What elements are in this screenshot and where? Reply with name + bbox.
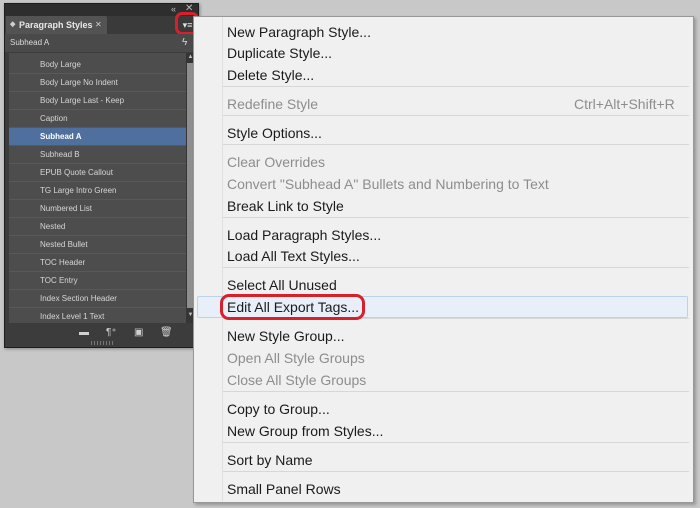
menu-item[interactable]: Select All Unused — [227, 274, 337, 296]
panel-flyout-menu: New Paragraph Style... Duplicate Style...… — [193, 16, 694, 503]
menu-item[interactable]: Sort by Name — [227, 449, 313, 471]
menu-item[interactable]: Clear Overrides — [227, 151, 325, 173]
clear-overrides-icon[interactable]: ¶⁺ — [106, 327, 117, 338]
edit-export-tags-highlight-ring — [220, 294, 365, 320]
style-list-item[interactable]: TG Large Intro Green — [9, 182, 186, 200]
menu-separator — [223, 115, 689, 116]
style-list-item[interactable]: Index Section Header — [9, 290, 186, 308]
menu-shortcut: Ctrl+Alt+Shift+R — [574, 96, 675, 112]
tab-label: Paragraph Styles — [19, 20, 93, 30]
menu-item[interactable]: Small Panel Rows — [227, 478, 341, 500]
panel-footer: ▬ ¶⁺ ▣ 🗑︎ — [5, 323, 198, 347]
style-list[interactable]: Body Large Body Large No Indent Body Large… — [9, 53, 186, 323]
style-list-item[interactable]: Numbered List — [9, 200, 186, 218]
style-list-item[interactable]: TOC Entry — [9, 272, 186, 290]
menu-item[interactable]: Copy to Group... — [227, 398, 330, 420]
style-list-item[interactable]: Subhead A — [9, 128, 186, 146]
style-list-item[interactable]: Body Large Last - Keep — [9, 92, 186, 110]
menu-item[interactable]: New Paragraph Style... — [227, 21, 371, 43]
style-list-item[interactable]: Caption — [9, 110, 186, 128]
menu-item[interactable]: Duplicate Style... — [227, 42, 332, 64]
current-style-row: Subhead A ϟ — [5, 34, 198, 52]
style-list-item[interactable]: Body Large — [9, 56, 186, 74]
tab-close-icon[interactable]: ✕ — [95, 16, 102, 34]
panel-title-bar — [5, 4, 198, 16]
menu-item[interactable]: Close All Style Groups — [227, 369, 366, 391]
menu-item[interactable]: Style Options... — [227, 122, 322, 144]
menu-item[interactable]: Load All Text Styles... — [227, 245, 360, 267]
lightning-icon[interactable]: ϟ — [182, 37, 187, 48]
menu-item[interactable]: Break Link to Style — [227, 195, 344, 217]
style-list-item[interactable]: Nested — [9, 218, 186, 236]
resize-grip[interactable] — [91, 341, 113, 345]
menu-separator — [223, 267, 689, 268]
menu-item[interactable]: Load Paragraph Styles... — [227, 224, 381, 246]
menu-separator — [223, 442, 689, 443]
collapse-panel-icon[interactable]: « — [171, 4, 176, 14]
trash-icon[interactable]: 🗑︎ — [160, 327, 173, 338]
menu-separator — [223, 471, 689, 472]
menu-item[interactable]: Open All Style Groups — [227, 347, 365, 369]
menu-icon-gutter — [222, 17, 223, 502]
style-list-item[interactable]: Subhead B — [9, 146, 186, 164]
menu-separator — [223, 391, 689, 392]
style-list-item[interactable]: Body Large No Indent — [9, 74, 186, 92]
style-list-item[interactable]: EPUB Quote Callout — [9, 164, 186, 182]
style-list-item[interactable]: Index Level 1 Text — [9, 308, 186, 323]
menu-item[interactable]: Convert "Subhead A" Bullets and Numberin… — [227, 173, 549, 195]
menu-item[interactable]: Delete Style... — [227, 64, 314, 86]
menu-separator — [223, 86, 689, 87]
current-style-name: Subhead A — [10, 38, 50, 47]
folder-icon[interactable]: ▬ — [79, 327, 89, 338]
tab-expand-icon: ◆ — [10, 21, 16, 28]
paragraph-styles-panel: « ✕ ◆ Paragraph Styles ✕ ▾≡ Subhead A ϟ … — [4, 3, 199, 348]
menu-separator — [223, 144, 689, 145]
style-list-item[interactable]: Nested Bullet — [9, 236, 186, 254]
menu-separator — [223, 217, 689, 218]
menu-item[interactable]: New Style Group... — [227, 325, 345, 347]
new-style-icon[interactable]: ▣ — [134, 327, 143, 338]
tab-paragraph-styles[interactable]: ◆ Paragraph Styles ✕ — [6, 16, 107, 34]
style-list-item[interactable]: TOC Header — [9, 254, 186, 272]
menu-item[interactable]: Redefine Style — [227, 93, 318, 115]
menu-item[interactable]: New Group from Styles... — [227, 420, 383, 442]
